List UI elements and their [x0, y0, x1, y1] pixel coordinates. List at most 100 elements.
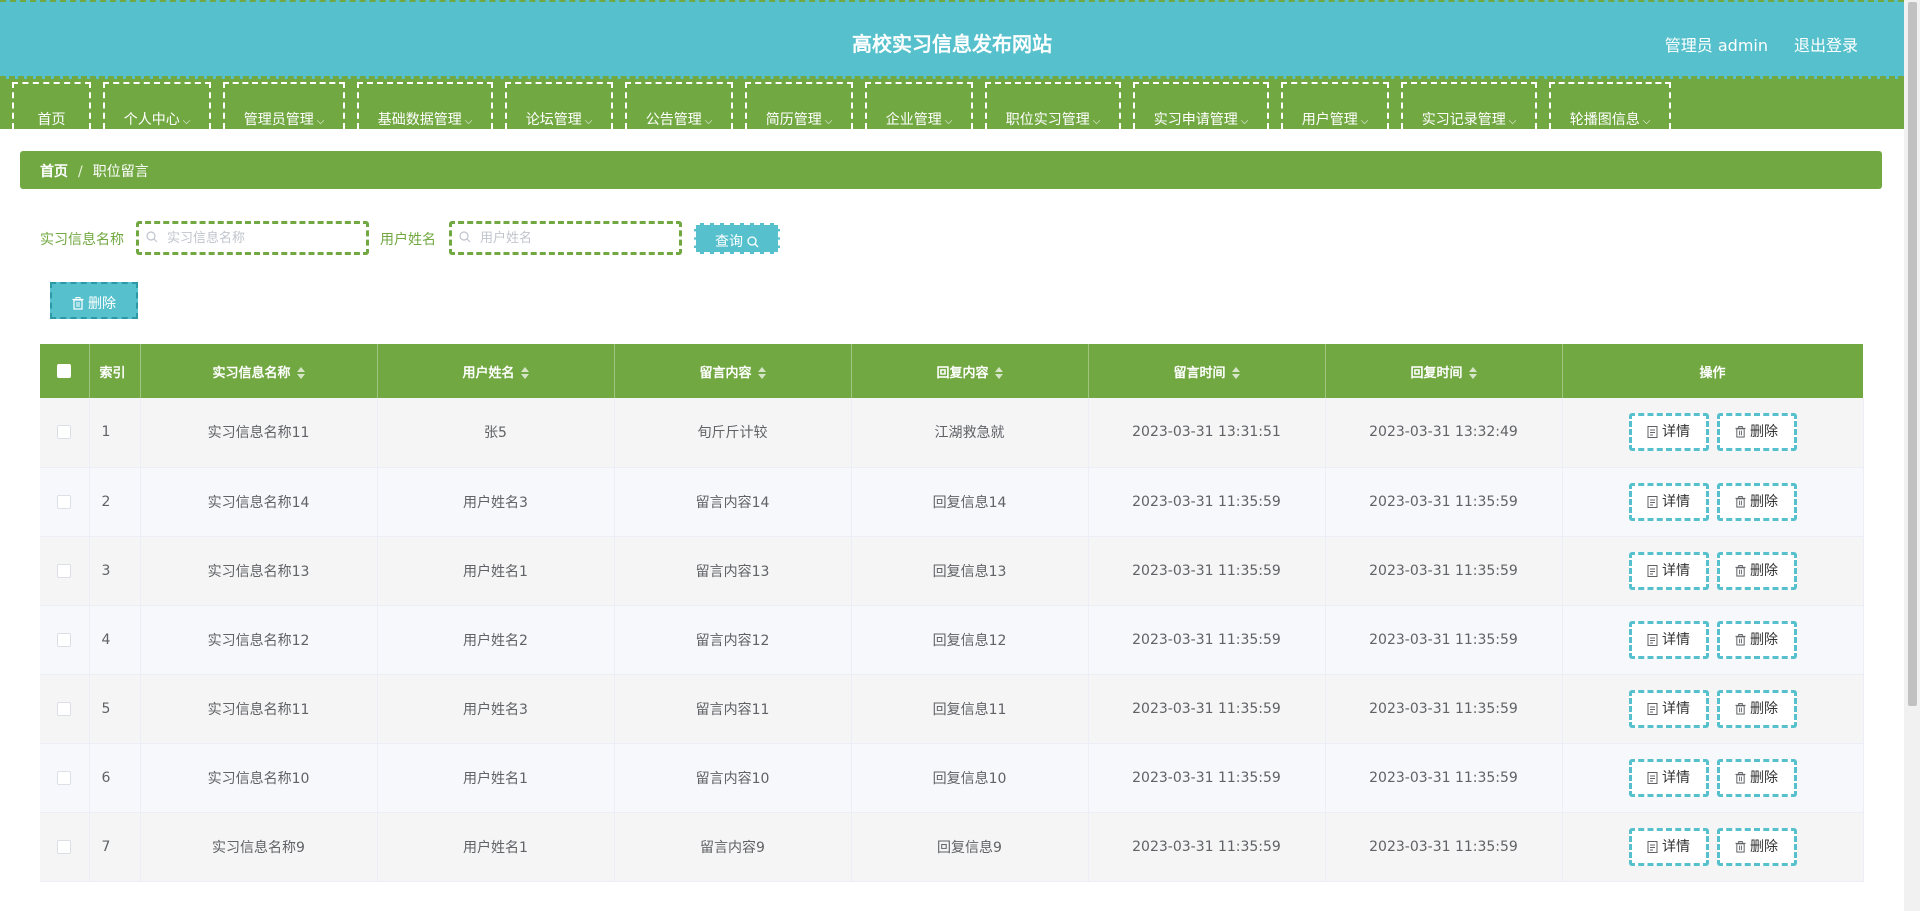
column-header-reply-time[interactable]: 回复时间 [1325, 344, 1563, 398]
cell-reply-time: 2023-03-31 11:35:59 [1325, 467, 1563, 537]
row-checkbox[interactable] [57, 632, 72, 647]
sort-icon[interactable] [1231, 367, 1240, 379]
search-name-label: 实习信息名称 [40, 232, 124, 248]
search-icon [146, 231, 158, 243]
detail-button[interactable]: 详情 [1628, 413, 1709, 452]
nav-item-application[interactable]: 实习申请管理 ⌵ [1133, 82, 1269, 129]
column-header-msg-time[interactable]: 留言时间 [1088, 344, 1326, 398]
nav-item-home[interactable]: 首页 [12, 82, 91, 129]
breadcrumb-home[interactable]: 首页 [40, 164, 68, 180]
nav-item-admin[interactable]: 管理员管理 ⌵ [223, 82, 345, 129]
chevron-down-icon: ⌵ [464, 116, 473, 127]
row-select-cell [40, 536, 90, 606]
cell-user: 张5 [377, 398, 615, 468]
nav-item-carousel[interactable]: 轮播图信息 ⌵ [1549, 82, 1671, 129]
delete-button[interactable]: 删除 [1716, 482, 1797, 521]
cell-reply-time: 2023-03-31 11:35:59 [1325, 674, 1563, 744]
row-checkbox[interactable] [57, 563, 72, 578]
sort-icon[interactable] [520, 367, 529, 379]
sort-icon[interactable] [1468, 367, 1477, 379]
nav-item-records[interactable]: 实习记录管理 ⌵ [1401, 82, 1537, 129]
document-icon [1647, 840, 1658, 853]
breadcrumb-current: 职位留言 [92, 164, 149, 180]
select-all-checkbox[interactable] [57, 364, 72, 378]
query-button[interactable]: 查询 [694, 223, 780, 254]
row-checkbox[interactable] [57, 425, 72, 440]
sort-icon[interactable] [994, 367, 1003, 379]
table-row: 7 实习信息名称9 用户姓名1 留言内容9 回复信息9 2023-03-31 11:35:… [40, 812, 1864, 882]
delete-label: 删除 [1750, 631, 1778, 648]
cell-reply-time: 2023-03-31 11:35:59 [1325, 605, 1563, 675]
nav-item-users[interactable]: 用户管理 ⌵ [1281, 82, 1389, 129]
sort-icon[interactable] [296, 367, 305, 379]
row-select-cell [40, 812, 90, 882]
column-header-message[interactable]: 留言内容 [614, 344, 852, 398]
cell-message: 留言内容10 [614, 743, 852, 813]
cell-name: 实习信息名称9 [140, 812, 378, 882]
delete-button[interactable]: 删除 [1716, 758, 1797, 797]
column-header-name[interactable]: 实习信息名称 [140, 344, 378, 398]
delete-button[interactable]: 删除 [1716, 620, 1797, 659]
delete-button[interactable]: 删除 [1716, 689, 1797, 728]
sort-icon[interactable] [757, 367, 766, 379]
detail-button[interactable]: 详情 [1628, 758, 1709, 797]
logout-link[interactable]: 退出登录 [1794, 32, 1858, 56]
cell-name: 实习信息名称12 [140, 605, 378, 675]
nav-item-company[interactable]: 企业管理 ⌵ [865, 82, 973, 129]
nav-item-resume[interactable]: 简历管理 ⌵ [745, 82, 853, 129]
document-icon [1647, 633, 1658, 646]
cell-name: 实习信息名称10 [140, 743, 378, 813]
column-header-actions: 操作 [1562, 344, 1864, 398]
cell-reply-time: 2023-03-31 11:35:59 [1325, 536, 1563, 606]
column-header-user[interactable]: 用户姓名 [377, 344, 615, 398]
delete-button[interactable]: 删除 [1716, 413, 1797, 452]
document-icon [1647, 426, 1658, 439]
cell-actions: 详情 删除 [1562, 812, 1864, 882]
nav-item-profile[interactable]: 个人中心 ⌵ [103, 82, 211, 129]
trash-icon [1735, 771, 1746, 784]
row-checkbox[interactable] [57, 839, 72, 854]
row-checkbox[interactable] [57, 494, 72, 509]
column-header-reply[interactable]: 回复内容 [851, 344, 1089, 398]
scrollbar-thumb[interactable] [1908, 2, 1917, 706]
detail-button[interactable]: 详情 [1628, 620, 1709, 659]
cell-name: 实习信息名称13 [140, 536, 378, 606]
search-name-input[interactable] [167, 228, 362, 248]
cell-message: 留言内容11 [614, 674, 852, 744]
nav-label: 职位实习管理 [1005, 112, 1090, 128]
delete-button[interactable]: 删除 [1716, 827, 1797, 866]
page: 高校实习信息发布网站 管理员 admin 退出登录 首页 个人中心 ⌵ 管理员管理… [0, 0, 1920, 911]
table-row: 1 实习信息名称11 张5 旬斤斤计较 江湖救急就 2023-03-31 13:31:51… [40, 398, 1864, 468]
nav-item-forum[interactable]: 论坛管理 ⌵ [505, 82, 613, 129]
chevron-down-icon: ⌵ [1240, 116, 1249, 127]
cell-reply-time: 2023-03-31 11:35:59 [1325, 743, 1563, 813]
detail-button[interactable]: 详情 [1628, 551, 1709, 590]
cell-reply: 回复信息12 [851, 605, 1089, 675]
batch-delete-button[interactable]: 删除 [50, 282, 138, 319]
cell-actions: 详情 删除 [1562, 467, 1864, 537]
table-row: 6 实习信息名称10 用户姓名1 留言内容10 回复信息10 2023-03-31 11:… [40, 743, 1864, 813]
cell-index: 5 [89, 674, 141, 744]
detail-label: 详情 [1662, 769, 1690, 786]
table-row: 4 实习信息名称12 用户姓名2 留言内容12 回复信息12 2023-03-31 11:… [40, 605, 1864, 675]
nav-item-basic-data[interactable]: 基础数据管理 ⌵ [357, 82, 493, 129]
nav-item-position[interactable]: 职位实习管理 ⌵ [985, 82, 1121, 129]
cell-reply: 回复信息9 [851, 812, 1089, 882]
row-checkbox[interactable] [57, 701, 72, 716]
detail-button[interactable]: 详情 [1628, 689, 1709, 728]
chevron-down-icon: ⌵ [1360, 116, 1369, 127]
delete-label: 删除 [1750, 769, 1778, 786]
trash-icon [1735, 633, 1746, 646]
detail-button[interactable]: 详情 [1628, 827, 1709, 866]
breadcrumb-separator: / [78, 164, 83, 180]
batch-delete-label: 删除 [88, 296, 116, 312]
cell-index: 3 [89, 536, 141, 606]
delete-button[interactable]: 删除 [1716, 551, 1797, 590]
cell-msg-time: 2023-03-31 11:35:59 [1088, 812, 1326, 882]
row-checkbox[interactable] [57, 770, 72, 785]
search-user-input[interactable] [480, 228, 675, 248]
nav-item-notice[interactable]: 公告管理 ⌵ [625, 82, 733, 129]
detail-button[interactable]: 详情 [1628, 482, 1709, 521]
vertical-scrollbar[interactable] [1904, 0, 1920, 911]
nav-label: 轮播图信息 [1569, 112, 1640, 128]
